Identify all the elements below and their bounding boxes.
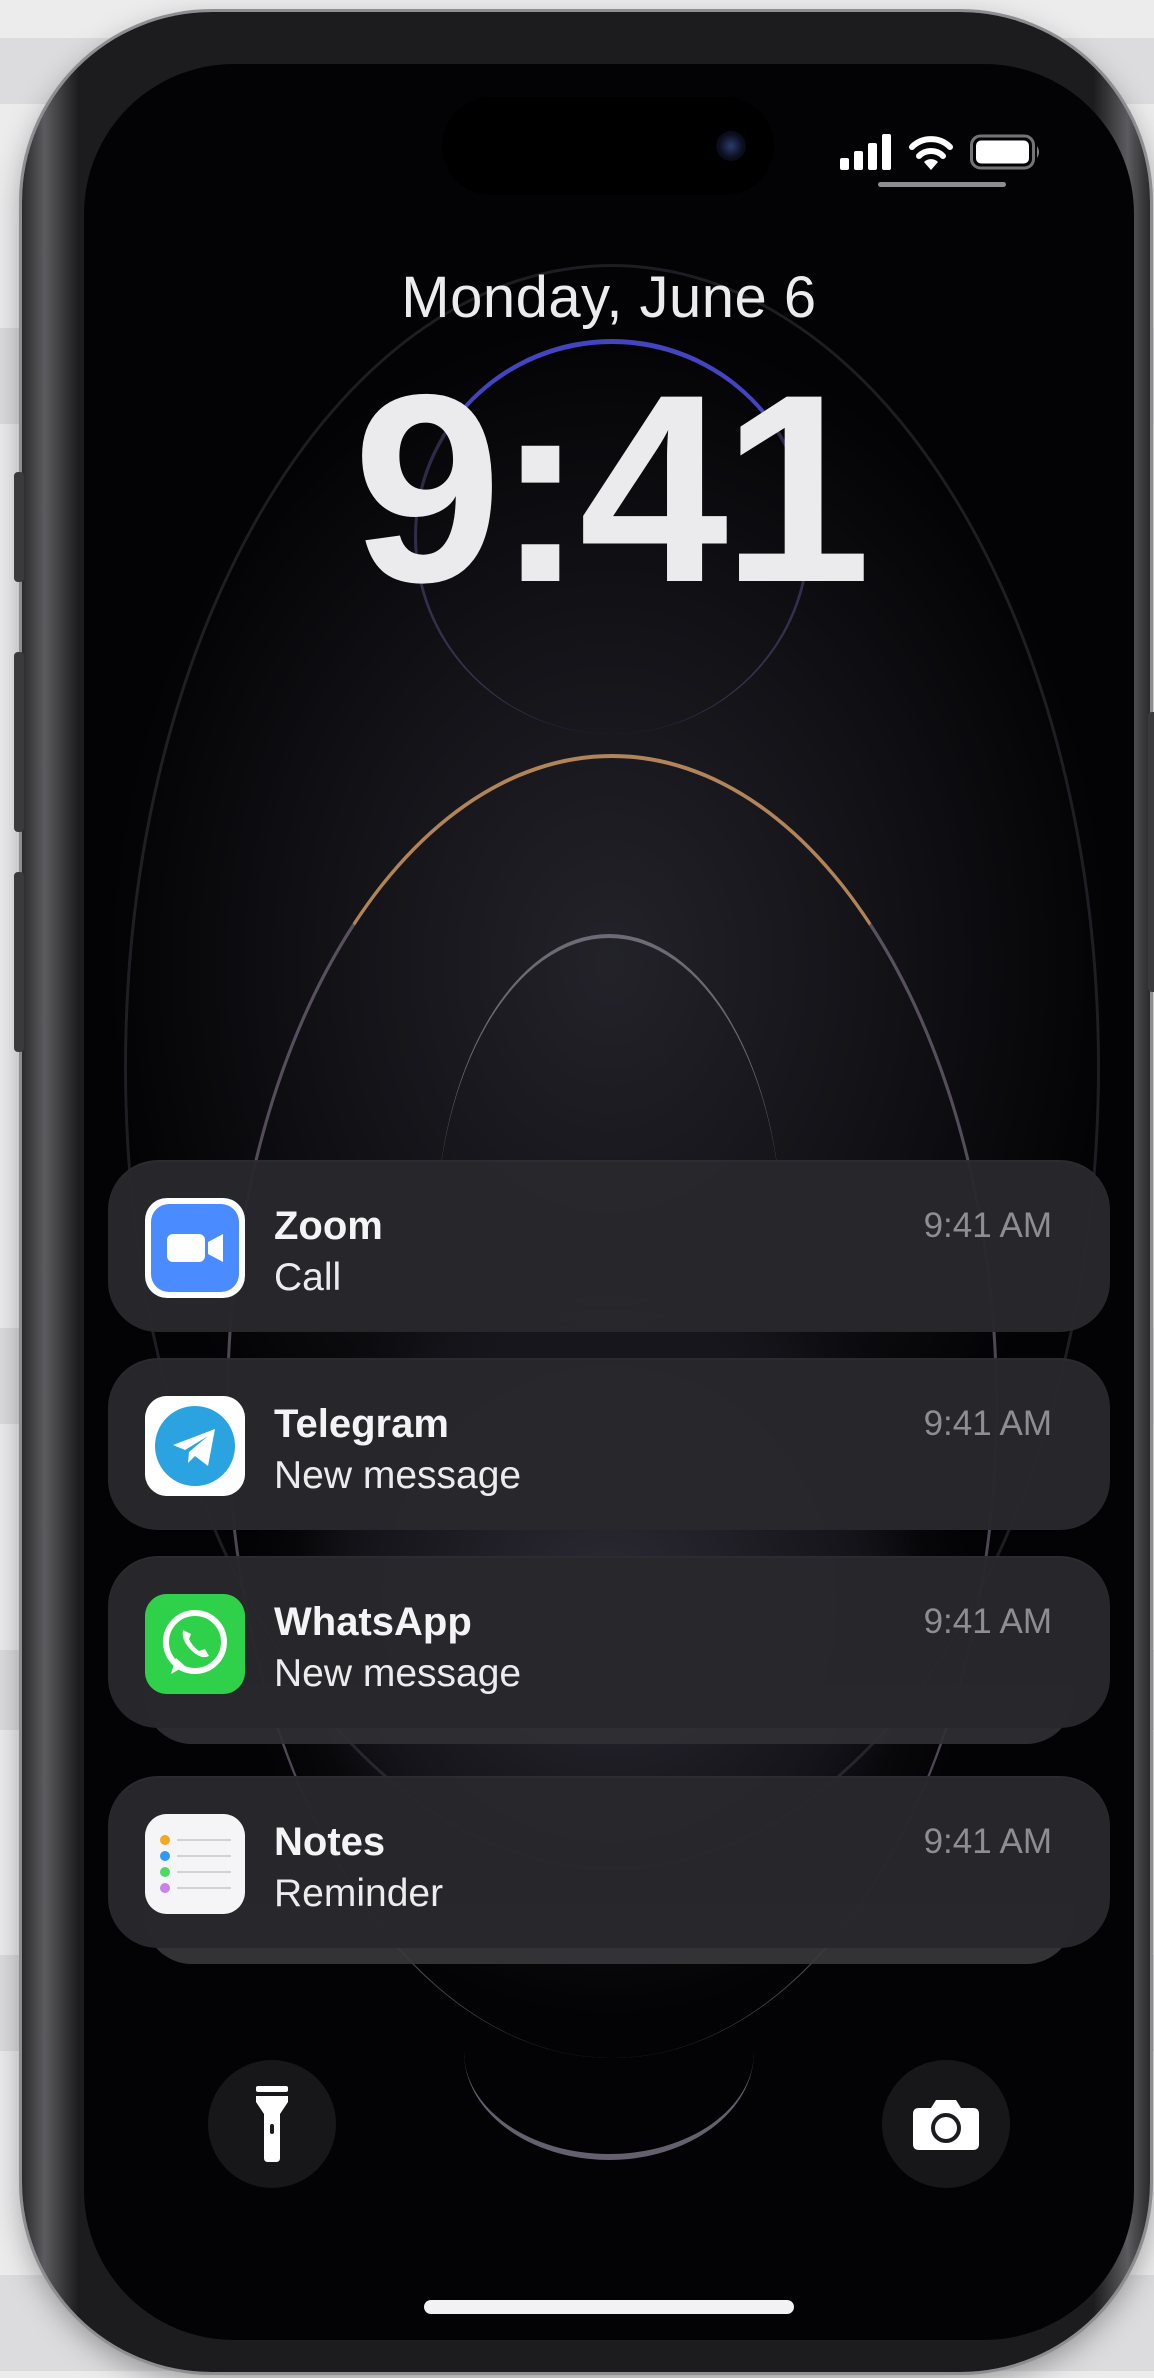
status-indicator-line (878, 182, 1006, 187)
notification-app-name: Notes (274, 1820, 386, 1864)
battery-icon (970, 134, 1039, 170)
notification-message: New message (274, 1454, 522, 1497)
whatsapp-icon (145, 1594, 245, 1694)
telegram-icon (145, 1396, 245, 1496)
notification-message: Reminder (274, 1872, 444, 1915)
volume-down-button (14, 872, 24, 1052)
notification-notes[interactable]: Notes Reminder 9:41 AM (108, 1776, 1110, 1948)
wallpaper-orb-bottom (464, 1944, 754, 2160)
dynamic-island (442, 97, 774, 195)
volume-up-button (14, 652, 24, 832)
notification-message: Call (274, 1256, 342, 1299)
notes-icon (145, 1814, 245, 1914)
cellular-signal-icon (840, 134, 891, 170)
notification-whatsapp[interactable]: WhatsApp New message 9:41 AM (108, 1556, 1110, 1728)
notification-time: 9:41 AM (923, 1404, 1052, 1443)
notification-time: 9:41 AM (923, 1822, 1052, 1861)
notification-time: 9:41 AM (923, 1206, 1052, 1245)
home-indicator[interactable] (424, 2300, 794, 2314)
notification-time: 9:41 AM (923, 1602, 1052, 1641)
action-button (14, 472, 24, 582)
notification-message: New message (274, 1652, 522, 1695)
front-camera (716, 131, 746, 161)
flashlight-icon (256, 2086, 288, 2162)
status-bar (840, 130, 1042, 174)
lock-screen-clock: 9:41 (352, 338, 871, 638)
camera-icon (913, 2100, 979, 2150)
zoom-icon (145, 1198, 245, 1298)
notification-app-name: Telegram (274, 1402, 449, 1446)
flashlight-button[interactable] (208, 2060, 336, 2188)
notification-telegram[interactable]: Telegram New message 9:41 AM (108, 1358, 1110, 1530)
power-button (1148, 712, 1154, 992)
wifi-icon (909, 136, 953, 170)
camera-button[interactable] (882, 2060, 1010, 2188)
notification-app-name: Zoom (274, 1204, 383, 1248)
phone-frame: Monday, June 6 9:41 Zoom Call 9:41 AM Te… (14, 12, 1154, 2372)
lock-screen-date: Monday, June 6 (401, 265, 817, 330)
notification-zoom[interactable]: Zoom Call 9:41 AM (108, 1160, 1110, 1332)
lock-screen[interactable]: Monday, June 6 9:41 Zoom Call 9:41 AM Te… (84, 64, 1134, 2340)
notification-app-name: WhatsApp (274, 1600, 472, 1644)
